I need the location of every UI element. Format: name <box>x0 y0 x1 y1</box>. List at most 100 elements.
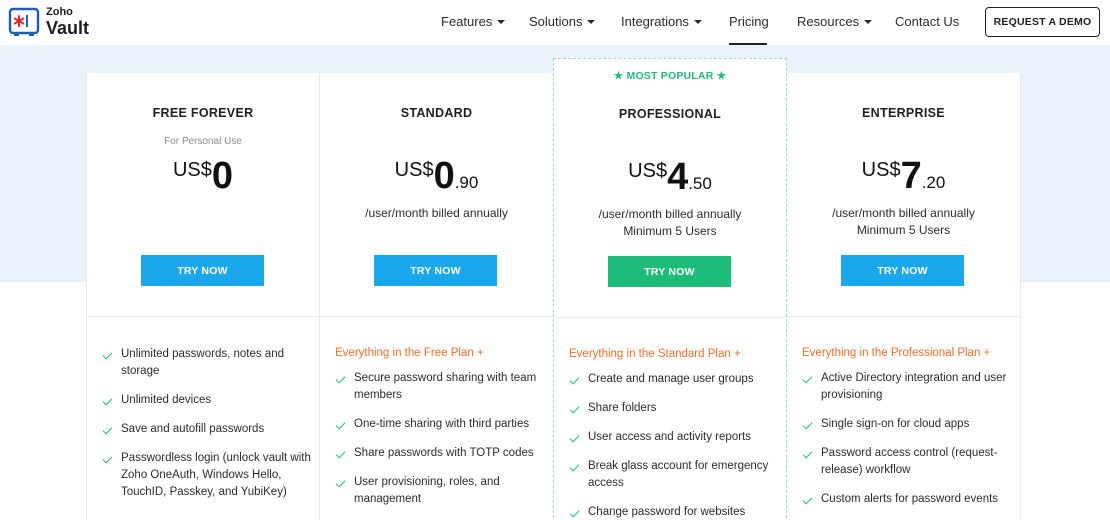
try-now-button[interactable]: TRY NOW <box>841 255 964 286</box>
chevron-down-icon <box>587 20 596 24</box>
pricing-page: Zoho Vault Features Solutions Integratio… <box>0 0 1110 520</box>
nav-contact-us[interactable]: Contact Us <box>895 14 959 29</box>
feature-item: Share passwords with TOTP codes <box>335 445 545 462</box>
feature-text: Active Directory integration and user pr… <box>821 372 1007 401</box>
feature-text: Save and autofill passwords <box>121 423 265 435</box>
check-icon <box>335 474 349 491</box>
feature-text: Create and manage user groups <box>588 373 754 385</box>
feature-item: Custom alerts for password events <box>802 491 1012 508</box>
check-icon <box>335 370 349 387</box>
check-icon <box>569 400 583 417</box>
feature-item: Active Directory integration and user pr… <box>802 370 1012 404</box>
feature-text: Unlimited devices <box>121 394 212 406</box>
chevron-down-icon <box>497 20 506 24</box>
nav-pricing[interactable]: Pricing <box>729 14 769 29</box>
nav-integrations[interactable]: Integrations <box>621 14 702 29</box>
minimum-users-note: Minimum 5 Users <box>623 224 717 238</box>
feature-item: Share folders <box>569 400 779 417</box>
check-icon <box>335 445 349 462</box>
plan-name: STANDARD <box>400 106 473 120</box>
inherited-plan-note: Everything in the Professional Plan + <box>802 347 991 359</box>
nav-features[interactable]: Features <box>441 14 506 29</box>
price-currency: US$ <box>394 159 434 181</box>
price-decimal: .50 <box>688 174 712 193</box>
plan-card-standard: STANDARD US$0.90 /user/month billed annu… <box>320 73 554 520</box>
check-icon <box>102 392 116 409</box>
check-icon <box>569 371 583 388</box>
feature-text: User provisioning, roles, and management <box>354 476 500 505</box>
top-navigation-bar: Zoho Vault Features Solutions Integratio… <box>0 0 1110 46</box>
feature-item: User access and activity reports <box>569 429 779 446</box>
nav-integrations-label: Integrations <box>621 14 689 29</box>
nav-resources[interactable]: Resources <box>797 14 873 29</box>
feature-text: Unlimited passwords, notes and storage <box>121 348 284 377</box>
nav-pricing-label: Pricing <box>729 14 769 29</box>
card-divider <box>554 317 786 318</box>
nav-solutions-label: Solutions <box>529 14 583 29</box>
price-integer: 0 <box>211 155 234 197</box>
feature-text: User access and activity reports <box>588 431 751 443</box>
inherited-plan-note: Everything in the Free Plan + <box>335 347 484 359</box>
try-now-button[interactable]: TRY NOW <box>608 256 731 287</box>
feature-text: Single sign-on for cloud apps <box>821 418 970 430</box>
check-icon <box>335 416 349 433</box>
price-decimal: .20 <box>921 173 946 192</box>
plan-price: US$0.90 <box>320 157 553 195</box>
try-now-button[interactable]: TRY NOW <box>141 255 264 286</box>
plan-card-professional: ★ MOST POPULAR ★ PROFESSIONAL US$4.50 /u… <box>553 58 787 520</box>
feature-text: Share passwords with TOTP codes <box>354 447 534 459</box>
feature-item: Change password for websites <box>569 504 779 520</box>
feature-text: Password access control (request-release… <box>821 447 998 476</box>
feature-text: One-time sharing with third parties <box>354 418 530 430</box>
plan-subtitle: For Personal Use <box>164 136 242 147</box>
plan-name: FREE FOREVER <box>152 106 254 120</box>
plan-card-free: FREE FOREVER For Personal Use US$0 TRY N… <box>86 73 320 520</box>
logo-zoho-text: Zoho <box>46 6 73 18</box>
plan-price: US$7.20 <box>787 157 1020 195</box>
feature-text: Change password for websites <box>588 506 746 518</box>
nav-solutions[interactable]: Solutions <box>529 14 596 29</box>
price-integer: 0 <box>433 155 455 197</box>
check-icon <box>802 445 816 462</box>
billing-note: /user/month billed annually <box>365 206 508 220</box>
most-popular-badge: ★ MOST POPULAR ★ <box>613 70 727 82</box>
card-divider <box>787 316 1020 317</box>
minimum-users-note: Minimum 5 Users <box>856 223 951 237</box>
feature-item: Passwordless login (unlock vault with Zo… <box>102 450 312 501</box>
price-integer: 4 <box>667 156 689 198</box>
feature-item: Single sign-on for cloud apps <box>802 416 1012 433</box>
feature-list: Everything in the Free Plan + Secure pas… <box>335 347 545 520</box>
billing-note: /user/month billed annually <box>832 206 975 220</box>
plan-card-enterprise: ENTERPRISE US$7.20 /user/month billed an… <box>787 73 1021 520</box>
feature-item: Create and manage user groups <box>569 371 779 388</box>
check-icon <box>802 491 816 508</box>
zoho-vault-logo[interactable]: Zoho Vault <box>8 6 89 38</box>
check-icon <box>102 421 116 438</box>
feature-list: Everything in the Professional Plan + Ac… <box>802 347 1012 520</box>
price-currency: US$ <box>172 159 212 181</box>
check-icon <box>102 450 116 467</box>
feature-item: Secure password sharing with team member… <box>335 370 545 404</box>
price-currency: US$ <box>628 160 668 182</box>
feature-item: Password access control (request-release… <box>802 445 1012 479</box>
nav-active-indicator <box>729 43 767 45</box>
try-now-button[interactable]: TRY NOW <box>374 255 497 286</box>
check-icon <box>102 346 116 363</box>
card-divider <box>87 316 319 317</box>
chevron-down-icon <box>693 20 702 24</box>
feature-list: Everything in the Standard Plan + Create… <box>569 348 779 520</box>
vault-logo-icon <box>8 6 40 38</box>
feature-list: Unlimited passwords, notes and storage U… <box>102 346 312 513</box>
request-demo-button[interactable]: REQUEST A DEMO <box>985 7 1100 37</box>
plan-price: US$4.50 <box>554 158 786 196</box>
feature-item: One-time sharing with third parties <box>335 416 545 433</box>
feature-item: Save and autofill passwords <box>102 421 312 438</box>
billing-note: /user/month billed annually <box>598 207 742 221</box>
price-decimal: .90 <box>454 173 479 192</box>
chevron-down-icon <box>864 20 873 24</box>
check-icon <box>569 458 583 475</box>
feature-text: Break glass account for emergency access <box>588 460 769 489</box>
plan-name: PROFESSIONAL <box>618 107 722 121</box>
feature-item: Break glass account for emergency access <box>569 458 779 492</box>
price-integer: 7 <box>900 155 922 197</box>
